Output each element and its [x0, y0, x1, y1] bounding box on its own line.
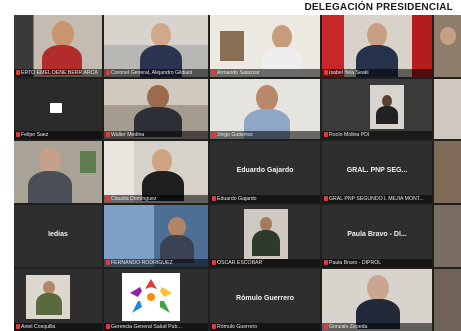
participant-display-name: Iedias [48, 231, 68, 239]
mic-muted-icon [106, 260, 110, 265]
participant-tile[interactable] [434, 141, 461, 203]
mic-muted-icon [16, 324, 20, 329]
window-header: DELEGACIÓN PRESIDENCIAL [0, 0, 461, 15]
participant-name: Isabel Yela Seaki [322, 69, 432, 77]
participant-tile[interactable]: Isabel Yela Seaki [322, 15, 432, 77]
participant-tile[interactable]: Coronel General, Alejandro Gildiani [104, 15, 208, 77]
organization-logo [122, 273, 180, 321]
participant-name: Aniel Cosquilla [14, 323, 102, 331]
participant-name: Walter Medina [104, 131, 208, 139]
participant-video [134, 85, 182, 137]
mic-muted-icon [212, 132, 216, 137]
participant-video [160, 217, 194, 263]
logo-icon [130, 279, 172, 313]
participant-tile[interactable]: Aniel Cosquilla [14, 269, 102, 331]
mic-muted-icon [212, 196, 216, 201]
participant-tile[interactable]: ERTO EMEL DENE BERR ARCA [14, 15, 102, 77]
mic-muted-icon [16, 132, 20, 137]
participant-tile[interactable] [434, 15, 461, 77]
participant-display-name: Rómulo Guerrero [236, 295, 294, 303]
participant-video [140, 21, 182, 77]
participant-name: OSCAR ESCOBAR [210, 259, 320, 267]
participant-video [376, 95, 398, 125]
participant-name: Rocío Molina PDI [322, 131, 432, 139]
participant-tile[interactable]: Eduardo Gajardo Eduardo Gajardo [210, 141, 320, 203]
mic-muted-icon [324, 70, 328, 75]
camera-off-icon [50, 103, 62, 113]
participant-video [36, 281, 62, 317]
participant-tile[interactable] [434, 205, 461, 267]
mic-muted-icon [212, 70, 216, 75]
participant-video [142, 147, 184, 201]
participant-name: Felipe Saez [14, 131, 102, 139]
participant-tile[interactable]: Armando Salazzar [210, 15, 320, 77]
participant-name: Eduardo Gajardo [210, 195, 320, 203]
participant-tile[interactable]: FERNANDO RODRIGUEZ [104, 205, 208, 267]
participant-tile[interactable]: Rocío Molina PDI [322, 79, 432, 139]
mic-muted-icon [16, 70, 20, 75]
mic-muted-icon [324, 324, 328, 329]
participant-tile[interactable]: Gerencia General Salud Pub... [104, 269, 208, 331]
participant-tile[interactable]: Felipe Saez [14, 79, 102, 139]
participant-tile[interactable]: OSCAR ESCOBAR [210, 205, 320, 267]
participant-tile[interactable]: GRAL. PNP SEG... GRAL PNP SEGUNDO L MEJI… [322, 141, 432, 203]
mic-muted-icon [324, 132, 328, 137]
participant-display-name: Paula Bravo - DI... [347, 231, 407, 239]
participant-video [42, 19, 82, 75]
participant-video [356, 275, 400, 329]
participant-tile[interactable]: Rómulo Guerrero Rómulo Guerrero [210, 269, 320, 331]
participant-tile[interactable]: Iedias [14, 205, 102, 267]
page-title: DELEGACIÓN PRESIDENCIAL [304, 2, 453, 13]
participant-video [244, 85, 290, 139]
mic-muted-icon [106, 70, 110, 75]
participant-name: Armando Salazzar [210, 69, 320, 77]
participant-name: Rómulo Guerrero [210, 323, 320, 331]
participant-tile[interactable] [14, 141, 102, 203]
mic-muted-icon [212, 260, 216, 265]
participant-video [252, 217, 280, 257]
participant-tile[interactable]: Claudia Domínguez [104, 141, 208, 203]
participant-name: Paula Bravo - DIPROL [322, 259, 432, 267]
participant-tile[interactable]: Gonzalo Zepeda [322, 269, 432, 331]
participant-tile[interactable]: Paula Bravo - DI... Paula Bravo - DIPROL [322, 205, 432, 267]
participant-display-name: Eduardo Gajardo [236, 167, 294, 175]
participant-tile[interactable]: Jorge Gutierrez [210, 79, 320, 139]
mic-muted-icon [324, 260, 328, 265]
video-grid: ERTO EMEL DENE BERR ARCA Coronel General… [14, 15, 461, 331]
participant-name: Jorge Gutierrez [210, 131, 320, 139]
mic-muted-icon [106, 132, 110, 137]
mic-muted-icon [106, 324, 110, 329]
participant-name: Gonzalo Zepeda [322, 323, 432, 331]
participant-name: Coronel General, Alejandro Gildiani [104, 69, 208, 77]
participant-name: Gerencia General Salud Pub... [104, 323, 208, 331]
mic-muted-icon [324, 196, 328, 201]
mic-muted-icon [212, 324, 216, 329]
participant-name: Claudia Domínguez [104, 195, 208, 203]
mic-muted-icon [106, 196, 110, 201]
participant-name: GRAL PNP SEGUNDO L MEJIA MONT... [322, 195, 432, 203]
participant-video [28, 147, 72, 203]
participant-tile[interactable] [434, 269, 461, 331]
participant-tile[interactable] [434, 79, 461, 139]
participant-tile[interactable]: Walter Medina [104, 79, 208, 139]
participant-display-name: GRAL. PNP SEG... [346, 167, 408, 175]
participant-name: FERNANDO RODRIGUEZ [104, 259, 208, 267]
participant-name: ERTO EMEL DENE BERR ARCA [14, 69, 102, 77]
